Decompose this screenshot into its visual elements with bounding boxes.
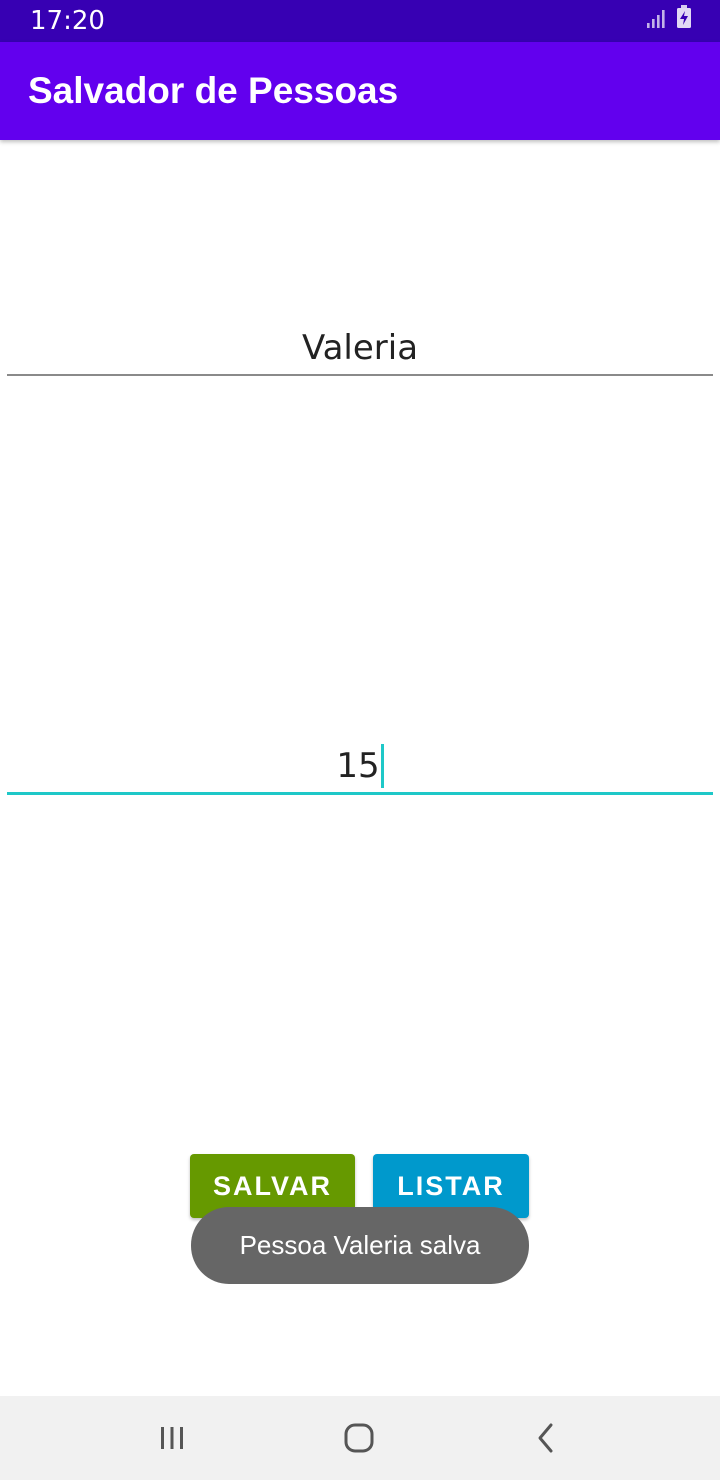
toast-message: Pessoa Valeria salva (191, 1207, 529, 1284)
status-time: 17:20 (30, 6, 105, 36)
battery-charging-icon (676, 5, 692, 34)
name-field-value: Valeria (301, 328, 419, 368)
home-icon[interactable] (335, 1414, 383, 1462)
signal-icon (646, 9, 666, 34)
status-icons (646, 5, 692, 34)
text-cursor (380, 744, 384, 788)
recents-icon[interactable] (148, 1414, 196, 1462)
name-field[interactable]: Valeria (7, 326, 713, 376)
age-field-value: 15 (336, 746, 380, 786)
app-bar: Salvador de Pessoas (0, 42, 720, 140)
age-field[interactable]: 15 (7, 744, 713, 795)
app-title: Salvador de Pessoas (28, 70, 399, 111)
navigation-bar (0, 1396, 720, 1480)
app-screen: 17:20 Salvador de Pessoas Valeria 15 SAL… (0, 0, 720, 1480)
back-icon[interactable] (522, 1414, 570, 1462)
status-bar: 17:20 (0, 0, 720, 42)
